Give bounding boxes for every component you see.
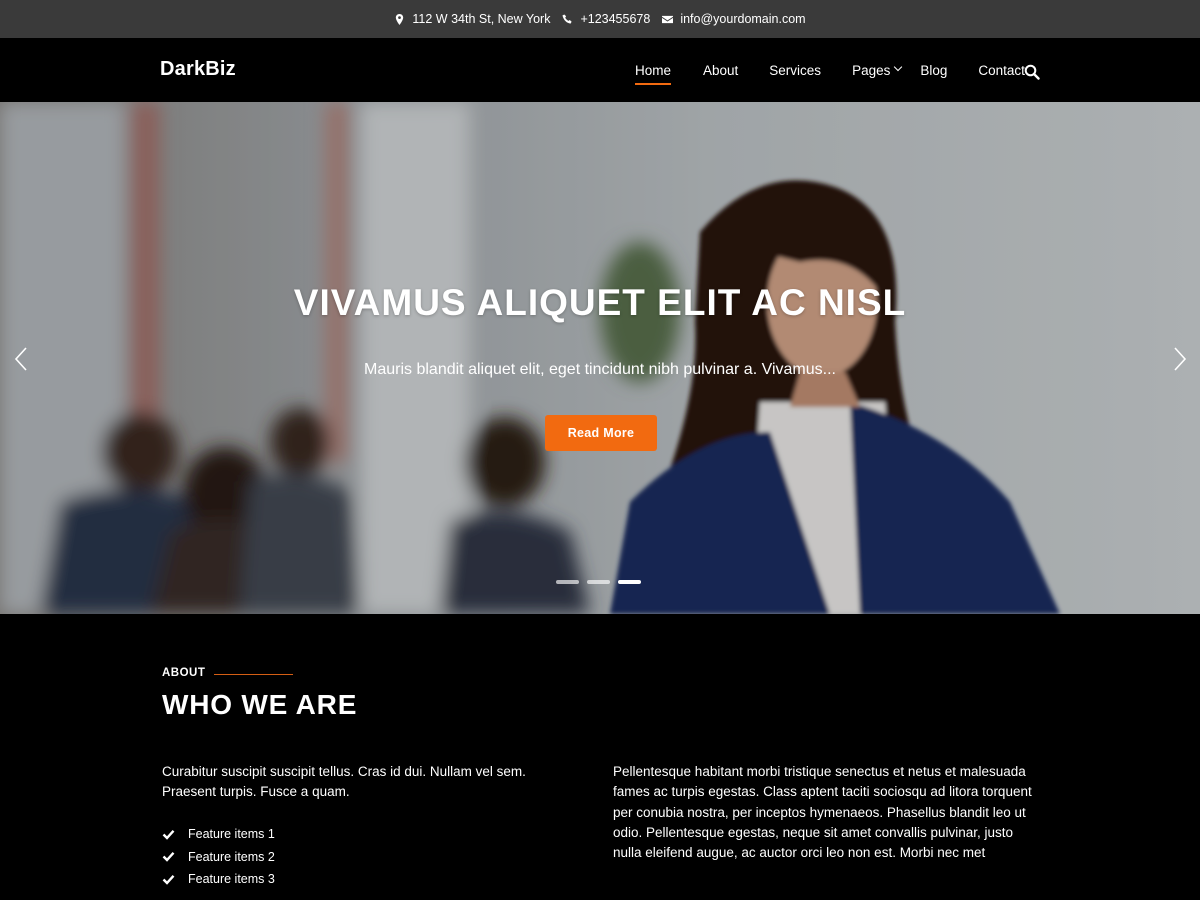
chevron-down-icon xyxy=(894,62,903,72)
about-description-text: Pellentesque habitant morbi tristique se… xyxy=(613,764,1032,861)
site-logo[interactable]: DarkBiz xyxy=(160,58,236,81)
nav-item-home[interactable]: Home xyxy=(635,63,672,85)
feature-item: Feature items 2 xyxy=(162,846,275,869)
site-header: DarkBiz Home About Services Pages Blog C… xyxy=(0,38,1200,102)
feature-item-label: Feature items 3 xyxy=(188,872,275,887)
envelope-icon xyxy=(662,15,674,23)
read-more-button[interactable]: Read More xyxy=(545,415,657,451)
address-item: 112 W 34th St, New York xyxy=(394,12,550,26)
nav-item-pages-label[interactable]: Pages xyxy=(852,63,890,78)
slide-dot-3[interactable] xyxy=(618,580,641,584)
about-intro-text: Curabitur suscipit suscipit tellus. Cras… xyxy=(162,764,526,799)
feature-item: Feature items 3 xyxy=(162,868,275,891)
slider-pagination xyxy=(556,580,641,584)
feature-item: Feature items 1 xyxy=(162,823,275,846)
nav-item-pages[interactable]: Pages xyxy=(852,62,903,78)
prev-slide-arrow-icon[interactable] xyxy=(13,346,29,372)
section-label-divider xyxy=(214,674,293,675)
search-icon[interactable] xyxy=(1024,64,1040,80)
check-icon xyxy=(162,852,175,862)
email-text[interactable]: info@yourdomain.com xyxy=(680,12,805,26)
next-slide-arrow-icon[interactable] xyxy=(1172,346,1188,372)
address-text: 112 W 34th St, New York xyxy=(412,12,551,26)
check-icon xyxy=(162,874,175,885)
feature-item-label: Feature items 1 xyxy=(188,827,275,842)
map-pin-icon xyxy=(396,13,404,25)
section-title: WHO WE ARE xyxy=(162,689,358,720)
phone-item[interactable]: +123455678 xyxy=(562,12,650,26)
hero-overlay xyxy=(0,102,1200,614)
slide-dot-1[interactable] xyxy=(556,580,579,584)
feature-list: Feature items 1 Feature items 2 Feature … xyxy=(162,823,275,891)
nav-item-contact[interactable]: Contact xyxy=(978,63,1025,78)
slide-dot-2[interactable] xyxy=(587,580,610,584)
hero-slider: VIVAMUS ALIQUET ELIT AC NISL Mauris blan… xyxy=(0,102,1200,614)
phone-text[interactable]: +123455678 xyxy=(580,12,650,26)
top-contact-bar: 112 W 34th St, New York +123455678 info@… xyxy=(0,0,1200,38)
hero-title: VIVAMUS ALIQUET ELIT AC NISL xyxy=(293,282,907,323)
nav-item-blog[interactable]: Blog xyxy=(920,63,947,78)
check-icon xyxy=(162,829,175,840)
phone-icon xyxy=(562,13,573,24)
main-nav: Home About Services Pages Blog Contact xyxy=(635,38,1025,102)
section-label: ABOUT xyxy=(162,667,206,679)
nav-item-services[interactable]: Services xyxy=(769,63,821,78)
feature-item-label: Feature items 2 xyxy=(188,849,275,864)
nav-item-about[interactable]: About xyxy=(703,63,738,78)
hero-subtitle: Mauris blandit aliquet elit, eget tincid… xyxy=(364,361,836,378)
email-item[interactable]: info@yourdomain.com xyxy=(662,12,806,26)
